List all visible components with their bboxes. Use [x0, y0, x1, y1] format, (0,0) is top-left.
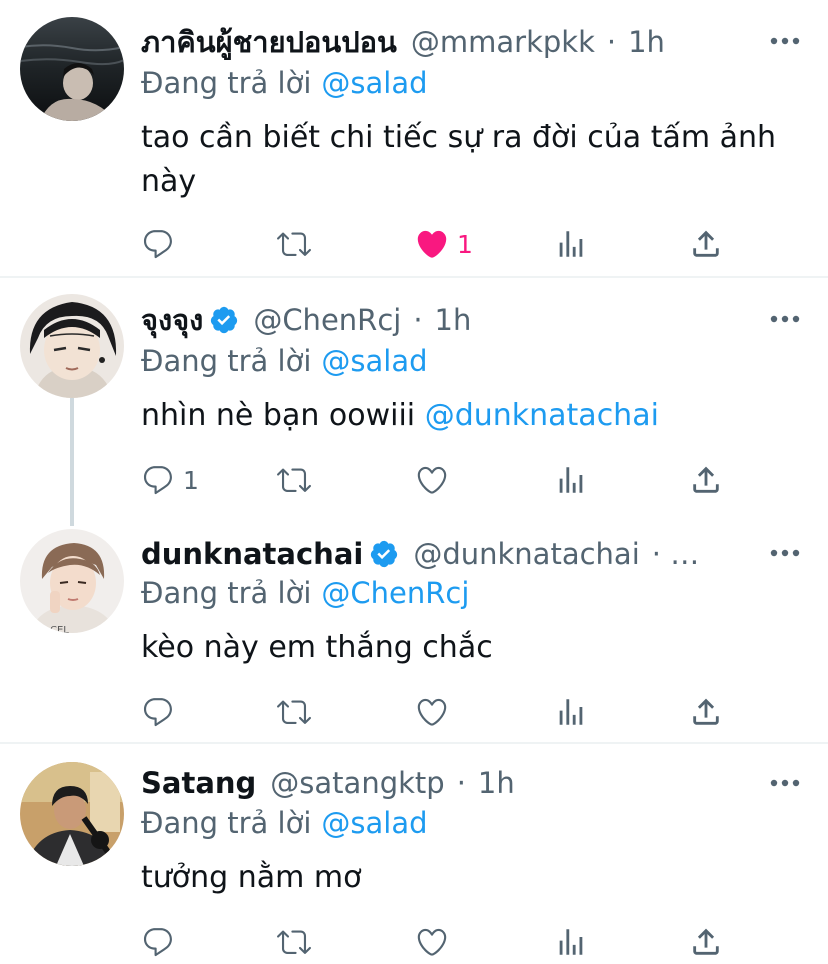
tweet-text: kèo này em thắng chắc: [141, 630, 493, 665]
avatar[interactable]: [20, 17, 124, 121]
svg-text:CEL: CEL: [50, 625, 69, 633]
replying-to-label: Đang trả lời: [141, 344, 312, 378]
avatar[interactable]: [20, 762, 124, 866]
tweet-header: dunknatachai @dunknatachai · …: [141, 534, 711, 574]
like-button[interactable]: [415, 924, 449, 960]
like-button[interactable]: [415, 462, 449, 498]
timestamp[interactable]: 1h: [628, 25, 665, 59]
like-button[interactable]: 1: [415, 226, 473, 262]
separator-dot: ·: [413, 303, 423, 337]
verified-badge-icon: [209, 305, 239, 335]
tweet-actions: [141, 694, 741, 730]
tweet-actions: 1: [141, 462, 741, 498]
user-handle[interactable]: @ChenRcj: [253, 303, 401, 337]
share-icon: [689, 463, 723, 497]
display-name[interactable]: ภาคินผู้ชายปอนปอน: [141, 19, 397, 65]
replying-to: Đang trả lời @salad: [141, 344, 428, 378]
retweet-button[interactable]: [277, 462, 311, 498]
share-icon: [689, 695, 723, 729]
analytics-button[interactable]: [554, 226, 588, 262]
replying-to-mention[interactable]: @salad: [321, 344, 427, 378]
reply-button[interactable]: [141, 924, 175, 960]
user-handle[interactable]: @dunknatachai: [413, 537, 639, 571]
more-icon[interactable]: [770, 36, 800, 46]
user-handle[interactable]: @satangktp: [270, 766, 444, 800]
tweet-mmarkpkk[interactable]: ภาคินผู้ชายปอนปอน @mmarkpkk · 1h Đang tr…: [0, 0, 828, 276]
display-name[interactable]: dunknatachai: [141, 537, 363, 571]
share-button[interactable]: [689, 462, 723, 498]
display-name[interactable]: จุงจุง: [141, 297, 203, 343]
tweet-text: tưởng nằm mơ: [141, 860, 362, 895]
replying-to: Đang trả lời @salad: [141, 806, 428, 840]
retweet-icon: [277, 227, 311, 261]
more-icon[interactable]: [770, 548, 800, 558]
replying-to-mention[interactable]: @ChenRcj: [321, 576, 469, 610]
analytics-icon: [554, 227, 588, 261]
retweet-button[interactable]: [277, 924, 311, 960]
analytics-button[interactable]: [554, 694, 588, 730]
separator-dot: ·: [606, 25, 617, 59]
retweet-icon: [277, 925, 311, 959]
tweet-actions: 1: [141, 226, 741, 262]
reply-count: 1: [183, 465, 199, 495]
retweet-icon: [277, 695, 311, 729]
display-name[interactable]: Satang: [141, 766, 256, 800]
tweet-actions: [141, 924, 741, 960]
reply-button[interactable]: 1: [141, 462, 199, 498]
tweet-header: ภาคินผู้ชายปอนปอน @mmarkpkk · 1h: [141, 22, 665, 62]
tweet-text: nhìn nè bạn oowiii @dunknatachai: [141, 394, 791, 438]
timestamp[interactable]: 1h: [435, 303, 472, 337]
share-button[interactable]: [689, 924, 723, 960]
share-button[interactable]: [689, 694, 723, 730]
replying-to: Đang trả lời @ChenRcj: [141, 576, 469, 610]
separator-dot: ·: [456, 766, 466, 800]
share-icon: [689, 925, 723, 959]
replying-to-mention[interactable]: @salad: [321, 806, 427, 840]
replying-to-label: Đang trả lời: [141, 66, 312, 100]
tweet-text-mention[interactable]: @dunknatachai: [425, 398, 659, 433]
analytics-button[interactable]: [554, 924, 588, 960]
retweet-button[interactable]: [277, 694, 311, 730]
analytics-icon: [554, 463, 588, 497]
reply-icon: [141, 227, 175, 261]
tweet-dunknatachai[interactable]: CEL dunknatachai @dunknatachai · … Đang …: [0, 512, 828, 744]
tweet-text-body: nhìn nè bạn oowiii: [141, 398, 416, 433]
analytics-icon: [554, 695, 588, 729]
tweet-header: จุงจุง @ChenRcj · 1h: [141, 300, 471, 340]
tweet-header: Satang @satangktp · 1h: [141, 763, 515, 803]
reply-button[interactable]: [141, 226, 175, 262]
retweet-button[interactable]: [277, 226, 311, 262]
like-icon: [415, 925, 449, 959]
tweet-chenrcj[interactable]: จุงจุง @ChenRcj · 1h Đang trả lời @salad …: [0, 278, 828, 518]
replying-to-label: Đang trả lời: [141, 806, 312, 840]
share-button[interactable]: [689, 226, 723, 262]
timestamp[interactable]: 1h: [478, 766, 515, 800]
share-icon: [689, 227, 723, 261]
reply-icon: [141, 463, 175, 497]
replying-to-label: Đang trả lời: [141, 576, 312, 610]
reply-icon: [141, 695, 175, 729]
retweet-icon: [277, 463, 311, 497]
more-icon[interactable]: [770, 778, 800, 788]
avatar[interactable]: CEL: [20, 529, 124, 633]
replying-to-mention[interactable]: @salad: [321, 66, 427, 100]
reply-button[interactable]: [141, 694, 175, 730]
like-button[interactable]: [415, 694, 449, 730]
reply-icon: [141, 925, 175, 959]
analytics-icon: [554, 925, 588, 959]
tweet-satangktp[interactable]: Satang @satangktp · 1h Đang trả lời @sala…: [0, 744, 828, 964]
verified-badge-icon: [369, 539, 399, 569]
user-handle[interactable]: @mmarkpkk: [411, 25, 595, 59]
separator-dot: · …: [651, 537, 700, 571]
like-icon: [415, 695, 449, 729]
like-count: 1: [457, 229, 473, 259]
like-icon: [415, 463, 449, 497]
like-icon: [415, 227, 449, 261]
avatar[interactable]: [20, 294, 124, 398]
tweet-text: tao cần biết chi tiếc sự ra đời của tấm …: [141, 120, 777, 199]
more-icon[interactable]: [770, 314, 800, 324]
analytics-button[interactable]: [554, 462, 588, 498]
replying-to: Đang trả lời @salad: [141, 66, 428, 100]
